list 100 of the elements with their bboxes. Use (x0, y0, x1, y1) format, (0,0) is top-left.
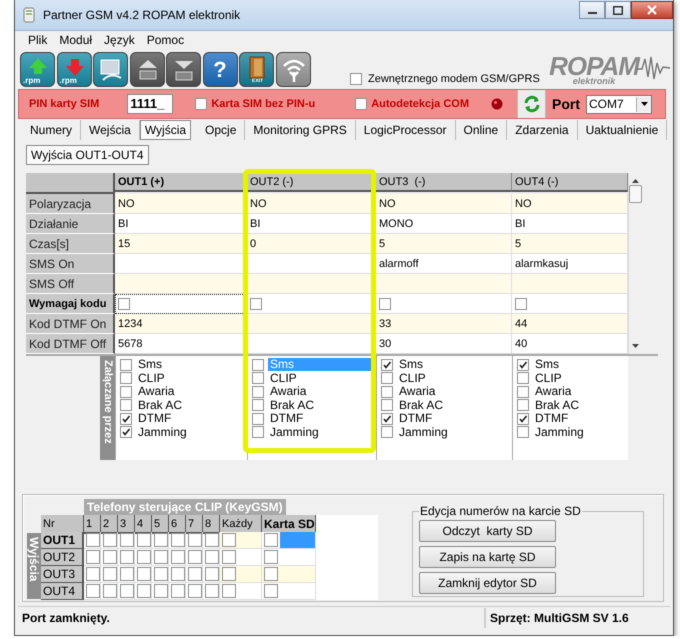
checkbox[interactable] (517, 399, 529, 412)
checkbox[interactable] (252, 358, 264, 371)
table-cell[interactable]: 33 (376, 314, 512, 334)
table-cell[interactable]: NO (512, 194, 628, 214)
maximize-button[interactable] (605, 1, 631, 19)
checkbox[interactable] (188, 533, 202, 547)
checkbox[interactable] (379, 298, 391, 310)
checkbox[interactable] (195, 98, 208, 110)
menu-item[interactable]: Pomoc (140, 33, 190, 47)
checkbox[interactable] (171, 550, 185, 564)
checkbox[interactable] (118, 298, 130, 310)
checkbox[interactable] (86, 584, 100, 598)
tab[interactable]: Monitoring GPRS (245, 120, 356, 140)
checkbox-label[interactable]: Brak AC (397, 398, 446, 412)
checkbox[interactable] (154, 584, 168, 598)
checkbox[interactable] (205, 567, 219, 581)
checkbox[interactable] (264, 584, 278, 598)
close-button[interactable] (631, 1, 673, 19)
checkbox[interactable] (381, 386, 393, 398)
checkbox-label[interactable]: DTMF (268, 412, 306, 426)
checkbox[interactable] (120, 399, 132, 412)
table-cell[interactable]: 5 (376, 234, 512, 254)
table-cell[interactable]: alarmkasuj (512, 254, 628, 274)
checkbox-label[interactable]: Awaria (397, 385, 438, 398)
column-header[interactable]: 8 (203, 515, 220, 534)
checkbox[interactable] (188, 584, 202, 598)
pin-input[interactable]: 1111_ (127, 94, 174, 114)
checkbox-label[interactable]: CLIP (533, 372, 564, 385)
checkbox[interactable] (381, 412, 393, 425)
checkbox-label[interactable]: Sms (533, 358, 561, 372)
column-header[interactable]: 5 (152, 515, 169, 534)
checkbox-label[interactable]: Brak AC (533, 398, 582, 412)
port-select[interactable]: COM7 (586, 94, 652, 114)
checkbox-label[interactable]: Brak AC (136, 398, 184, 412)
checkbox[interactable] (120, 412, 132, 425)
checkbox[interactable] (137, 567, 151, 581)
tab[interactable]: LogicProcessor (356, 120, 456, 140)
checkbox[interactable] (250, 298, 262, 310)
antenna-icon[interactable] (276, 52, 310, 86)
checkbox[interactable] (517, 426, 529, 438)
checkbox[interactable] (171, 567, 185, 581)
table-cell[interactable]: 30 (376, 334, 512, 354)
tab[interactable]: Wyjścia (140, 120, 192, 140)
checkbox[interactable] (517, 372, 529, 384)
checkbox[interactable] (154, 550, 168, 564)
table-cell[interactable]: alarmoff (376, 254, 512, 274)
checkbox-label[interactable]: Sms (397, 358, 425, 372)
checkbox[interactable] (171, 584, 185, 598)
table-cell[interactable]: BI (512, 214, 628, 234)
scroll-thumb[interactable] (629, 185, 642, 203)
checkbox[interactable] (515, 298, 527, 310)
checkbox[interactable] (252, 426, 264, 438)
checkbox[interactable] (137, 550, 151, 564)
checkbox-label[interactable]: Awaria (533, 385, 574, 398)
checkbox[interactable] (355, 98, 368, 110)
checkbox[interactable] (86, 567, 100, 581)
checkbox-label[interactable]: Awaria (136, 385, 176, 398)
checkbox[interactable] (222, 533, 236, 547)
checkbox[interactable] (86, 533, 100, 547)
subtab[interactable]: Wyjścia OUT1-OUT4 (26, 145, 149, 165)
checkbox[interactable] (120, 550, 134, 564)
checkbox[interactable] (154, 533, 168, 547)
checkbox[interactable] (252, 386, 264, 398)
table-cell[interactable]: 5 (512, 234, 628, 254)
checkbox-label[interactable]: Jamming (533, 426, 586, 439)
menu-item[interactable]: Plik (22, 33, 54, 47)
checkbox[interactable] (205, 533, 219, 547)
checkbox-label[interactable]: Jamming (136, 426, 189, 439)
checkbox[interactable] (137, 584, 151, 598)
checkbox[interactable] (154, 567, 168, 581)
checkbox[interactable] (171, 533, 185, 547)
checkbox[interactable] (188, 550, 202, 564)
tab[interactable]: Online (456, 120, 508, 140)
checkbox[interactable] (205, 550, 219, 564)
checkbox[interactable] (120, 426, 132, 438)
table-cell[interactable]: 44 (512, 314, 628, 334)
checkbox-label[interactable]: CLIP (136, 372, 167, 385)
checkbox[interactable] (137, 533, 151, 547)
column-header[interactable]: 3 (118, 515, 135, 534)
row-header[interactable]: OUT1 (41, 532, 84, 549)
column-header[interactable]: OUT3 (-) (376, 173, 512, 192)
checkbox[interactable] (264, 567, 278, 581)
checkbox-label[interactable]: DTMF (533, 412, 570, 426)
checkbox[interactable] (103, 584, 117, 598)
checkbox[interactable] (381, 372, 393, 384)
checkbox[interactable] (252, 372, 264, 384)
checkbox-label[interactable]: Jamming (268, 426, 321, 439)
checkbox[interactable] (120, 567, 134, 581)
checkbox[interactable] (264, 533, 278, 547)
column-header[interactable]: 1 (84, 515, 101, 534)
checkbox[interactable] (188, 567, 202, 581)
checkbox[interactable] (517, 386, 529, 398)
table-cell[interactable]: MONO (376, 214, 512, 234)
row-header[interactable]: OUT4 (41, 583, 84, 600)
checkbox-label[interactable]: Sms (136, 358, 164, 372)
checkbox[interactable] (222, 550, 236, 564)
column-header[interactable]: 6 (169, 515, 186, 534)
checkbox-label[interactable]: DTMF (397, 412, 434, 426)
menu-item[interactable]: Język (98, 33, 141, 47)
checkbox[interactable] (222, 567, 236, 581)
